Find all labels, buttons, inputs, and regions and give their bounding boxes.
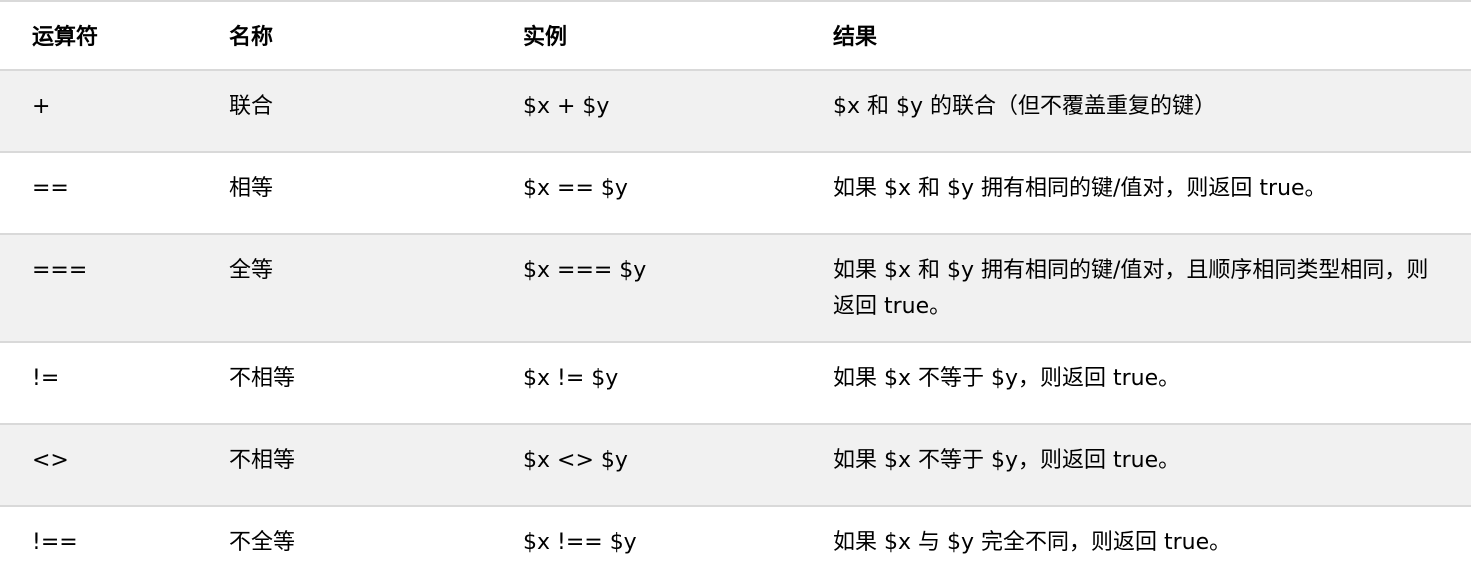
cell-result: 如果 $x 和 $y 拥有相同的键/值对，且顺序相同类型相同，则返回 true。	[833, 258, 1429, 319]
cell-result: 如果 $x 和 $y 拥有相同的键/值对，则返回 true。	[833, 176, 1327, 201]
table-row: <> 不相等 $x <> $y 如果 $x 不等于 $y，则返回 true。	[0, 424, 1471, 506]
cell-operator: !==	[32, 530, 78, 555]
cell-example: $x != $y	[523, 366, 619, 391]
cell-name: 不相等	[229, 448, 296, 473]
table-row: == 相等 $x == $y 如果 $x 和 $y 拥有相同的键/值对，则返回 …	[0, 152, 1471, 234]
cell-example: $x == $y	[523, 176, 628, 201]
cell-operator: ===	[32, 258, 88, 283]
header-result: 结果	[801, 2, 1471, 71]
cell-result: 如果 $x 与 $y 完全不同，则返回 true。	[833, 530, 1232, 555]
cell-name: 联合	[229, 94, 274, 119]
table-row: !== 不全等 $x !== $y 如果 $x 与 $y 完全不同，则返回 tr…	[0, 506, 1471, 569]
cell-result: 如果 $x 不等于 $y，则返回 true。	[833, 448, 1181, 473]
cell-example: $x !== $y	[523, 530, 637, 555]
array-operators-table: 运算符 名称 实例 结果 + 联合 $x + $y $x 和 $y 的联合（但不…	[0, 2, 1471, 569]
header-name: 名称	[229, 2, 523, 71]
header-operator: 运算符	[0, 2, 229, 71]
table-row: != 不相等 $x != $y 如果 $x 不等于 $y，则返回 true。	[0, 342, 1471, 424]
table-row: === 全等 $x === $y 如果 $x 和 $y 拥有相同的键/值对，且顺…	[0, 234, 1471, 342]
cell-name: 不相等	[229, 366, 296, 391]
cell-operator: !=	[32, 366, 60, 391]
table-body: + 联合 $x + $y $x 和 $y 的联合（但不覆盖重复的键） == 相等…	[0, 70, 1471, 569]
header-example: 实例	[523, 2, 801, 71]
cell-result: 如果 $x 不等于 $y，则返回 true。	[833, 366, 1181, 391]
cell-operator: <>	[32, 448, 69, 473]
cell-name: 全等	[229, 258, 274, 283]
cell-example: $x + $y	[523, 94, 610, 119]
cell-name: 不全等	[229, 530, 296, 555]
cell-example: $x === $y	[523, 258, 647, 283]
cell-result: $x 和 $y 的联合（但不覆盖重复的键）	[833, 94, 1217, 119]
table-row: + 联合 $x + $y $x 和 $y 的联合（但不覆盖重复的键）	[0, 70, 1471, 152]
cell-name: 相等	[229, 176, 274, 201]
header-row: 运算符 名称 实例 结果	[0, 2, 1471, 71]
cell-operator: ==	[32, 176, 69, 201]
cell-example: $x <> $y	[523, 448, 628, 473]
cell-operator: +	[32, 94, 51, 119]
table-header: 运算符 名称 实例 结果	[0, 2, 1471, 71]
